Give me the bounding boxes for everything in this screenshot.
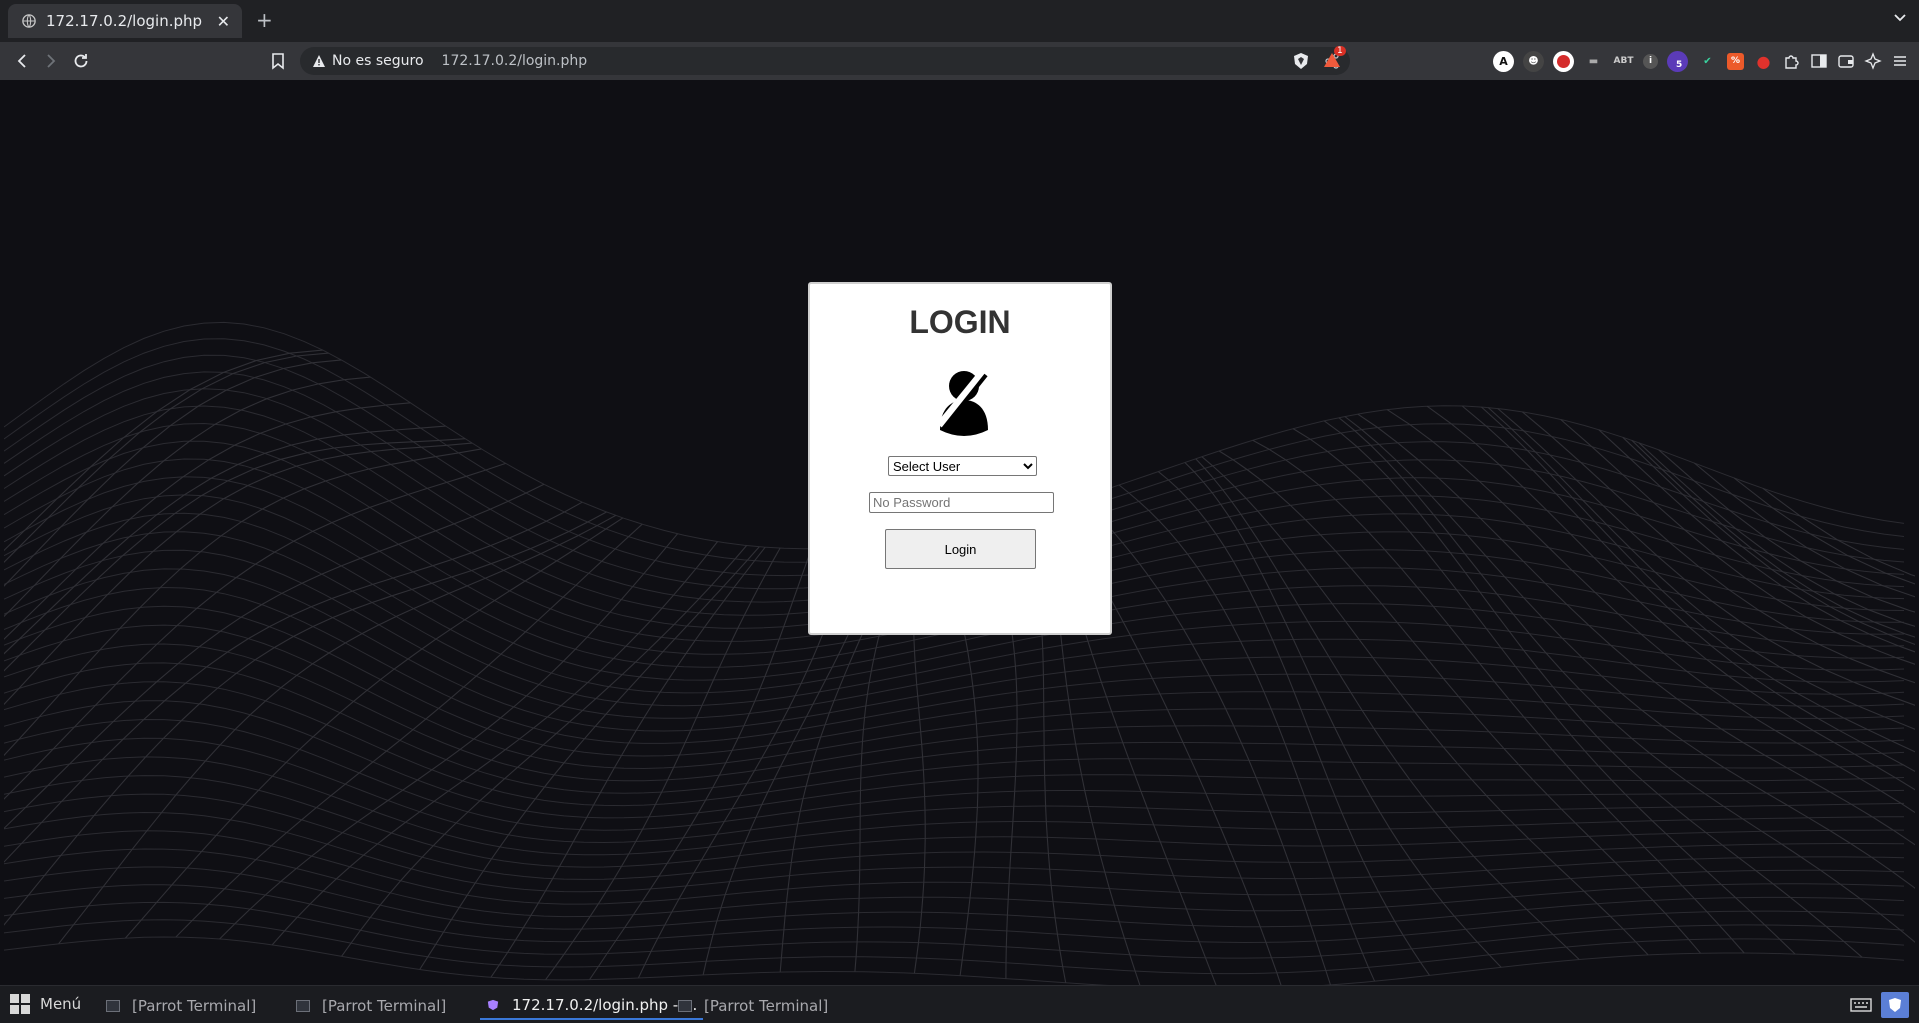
- password-input[interactable]: [869, 492, 1054, 513]
- tab-title: 172.17.0.2/login.php: [46, 12, 203, 30]
- taskbar-item-label: [Parrot Terminal]: [704, 997, 829, 1015]
- tab-search-chevron-icon[interactable]: [1893, 10, 1907, 28]
- leo-ai-icon[interactable]: [1864, 52, 1882, 70]
- page-viewport: LOGIN Select User Login: [4, 80, 1915, 985]
- brave-shields-icon[interactable]: [1292, 52, 1310, 70]
- login-title: LOGIN: [909, 304, 1011, 340]
- wave-line: [490, 546, 766, 978]
- extension-shield-icon[interactable]: [1553, 50, 1574, 72]
- wave-line: [4, 901, 1905, 959]
- wave-line: [4, 756, 1905, 856]
- wave-line: [1338, 417, 1915, 943]
- extension-a-icon[interactable]: A: [1493, 50, 1514, 72]
- tab-close-icon[interactable]: ✕: [217, 12, 230, 31]
- system-tray: [1847, 992, 1909, 1018]
- login-button[interactable]: Login: [885, 529, 1036, 569]
- keyboard-tray-icon[interactable]: [1847, 992, 1875, 1018]
- extension-percent-icon[interactable]: %: [1727, 52, 1744, 70]
- brave-rewards-icon[interactable]: 1: [1322, 46, 1346, 72]
- taskbar-item-terminal-3[interactable]: [Parrot Terminal]: [672, 992, 834, 1020]
- taskbar-item-browser[interactable]: 172.17.0.2/login.php - ...: [480, 992, 704, 1020]
- url-text[interactable]: 172.17.0.2/login.php: [442, 53, 1350, 69]
- reload-icon[interactable]: [71, 51, 91, 71]
- wave-line: [4, 866, 1905, 930]
- start-menu-label: Menú: [40, 995, 82, 1013]
- wave-line: [1184, 462, 1502, 968]
- security-status[interactable]: No es seguro: [332, 53, 424, 69]
- bookmark-icon[interactable]: [270, 52, 286, 70]
- wave-line: [1157, 471, 1431, 976]
- extensions-toolbar: A ☻ ▬ ABT i 5 ✔ % ●: [1493, 50, 1909, 72]
- app-grid-icon: [10, 994, 30, 1014]
- address-bar[interactable]: No es seguro 172.17.0.2/login.php: [300, 47, 1350, 75]
- extension-info-icon[interactable]: i: [1643, 53, 1658, 69]
- taskbar-item-terminal-2[interactable]: [Parrot Terminal]: [290, 992, 452, 1020]
- wave-line: [4, 662, 1905, 794]
- back-arrow-icon[interactable]: [12, 51, 32, 71]
- wave-line: [124, 517, 624, 939]
- browser-tab[interactable]: 172.17.0.2/login.php ✕: [8, 4, 242, 38]
- extensions-puzzle-icon[interactable]: [1783, 52, 1801, 70]
- extension-counter-icon[interactable]: 5: [1667, 50, 1688, 72]
- rewards-badge: 1: [1334, 46, 1346, 56]
- user-select[interactable]: Select User: [888, 456, 1037, 476]
- extension-counter-badge: 5: [1673, 59, 1686, 70]
- browser-toolbar: No es seguro 172.17.0.2/login.php 1 A ☻ …: [0, 42, 1919, 80]
- terminal-icon: [296, 1000, 310, 1012]
- wave-line: [4, 718, 1905, 831]
- taskbar-item-label: 172.17.0.2/login.php - ...: [512, 996, 698, 1014]
- wave-line: [4, 737, 1905, 844]
- extension-mask-icon[interactable]: ☻: [1523, 50, 1544, 72]
- wave-line: [341, 545, 748, 957]
- wave-line: [4, 425, 446, 655]
- warning-icon: [313, 55, 325, 67]
- taskbar-item-terminal-1[interactable]: [Parrot Terminal]: [100, 992, 262, 1020]
- taskbar: Menú [Parrot Terminal] [Parrot Terminal]…: [0, 985, 1919, 1023]
- wave-line: [4, 884, 1905, 944]
- wave-line: [4, 919, 1905, 975]
- forward-arrow-icon[interactable]: [41, 51, 61, 71]
- extension-check-icon[interactable]: ✔: [1697, 51, 1718, 72]
- brave-tray-icon[interactable]: [1881, 992, 1909, 1018]
- extension-text-icon[interactable]: ABT: [1613, 51, 1634, 72]
- terminal-icon: [106, 1000, 120, 1012]
- wallet-icon[interactable]: [1837, 52, 1855, 70]
- main-menu-icon[interactable]: [1891, 52, 1909, 70]
- wave-line: [419, 546, 760, 970]
- sidebar-icon[interactable]: [1810, 52, 1828, 70]
- terminal-icon: [678, 1000, 692, 1012]
- start-menu-button[interactable]: Menú: [10, 994, 81, 1014]
- taskbar-item-label: [Parrot Terminal]: [322, 997, 447, 1015]
- user-slash-icon: [936, 369, 988, 436]
- taskbar-item-label: [Parrot Terminal]: [132, 997, 257, 1015]
- login-card: LOGIN Select User Login: [808, 282, 1112, 635]
- brave-browser-icon: [487, 999, 499, 1011]
- extension-hat-icon[interactable]: ▬: [1583, 51, 1604, 72]
- extension-drop-icon[interactable]: ●: [1753, 51, 1774, 72]
- browser-tab-strip: 172.17.0.2/login.php ✕ +: [0, 0, 1919, 42]
- wave-line: [545, 547, 781, 981]
- globe-icon: [22, 14, 36, 28]
- new-tab-button[interactable]: +: [256, 8, 273, 32]
